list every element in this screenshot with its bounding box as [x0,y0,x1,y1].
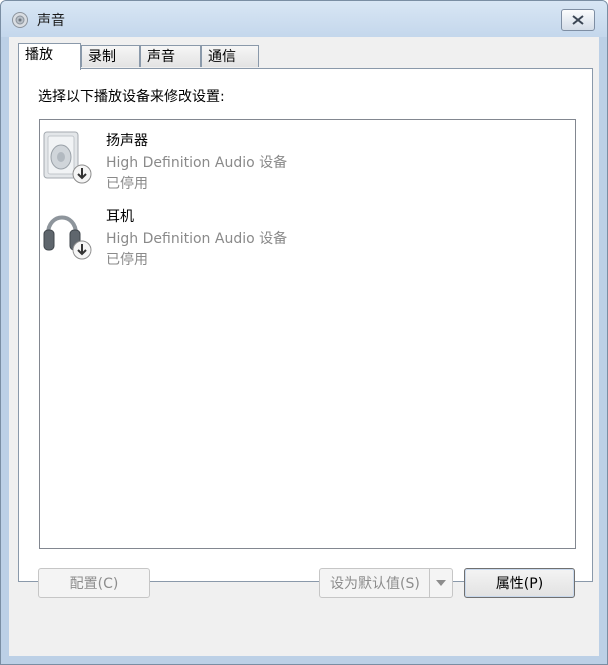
tab-recording[interactable]: 录制 [81,45,140,67]
device-status: 已停用 [106,252,148,268]
close-button[interactable] [561,9,595,31]
set-default-button[interactable]: 设为默认值(S) [319,568,453,598]
dialog-client-area: 播放 录制 声音 通信 选择以下播放设备来修改设置: 扬声器 High Defi… [9,37,599,656]
title-bar: 声音 [1,1,607,37]
configure-button[interactable]: 配置(C) [38,568,150,598]
device-item-speaker[interactable]: 扬声器 High Definition Audio 设备 已停用 [40,122,575,192]
sound-app-icon [12,12,28,28]
device-name: 扬声器 [106,133,148,149]
playback-device-list[interactable]: 扬声器 High Definition Audio 设备 已停用 耳机 High… [39,119,576,549]
panel-prompt: 选择以下播放设备来修改设置: [38,89,225,105]
chevron-down-icon [436,580,446,586]
properties-button[interactable]: 属性(P) [464,568,575,598]
set-default-dropdown[interactable] [429,569,452,597]
set-default-label: 设为默认值(S) [330,576,420,592]
tab-sounds[interactable]: 声音 [140,45,201,67]
device-description: High Definition Audio 设备 [106,231,288,247]
device-item-headphones[interactable]: 耳机 High Definition Audio 设备 已停用 [40,198,575,268]
window-title: 声音 [37,13,65,29]
playback-panel: 选择以下播放设备来修改设置: 扬声器 High Definition Audio… [18,68,593,582]
tab-communications[interactable]: 通信 [201,45,259,67]
device-description: High Definition Audio 设备 [106,155,288,171]
headphones-icon [43,215,92,260]
device-status: 已停用 [106,176,148,192]
device-name: 耳机 [106,209,134,225]
speaker-icon [43,131,92,184]
tab-playback[interactable]: 播放 [18,43,81,70]
sound-dialog: 声音 播放 录制 声音 通信 选择以下播放设备来修改设置: 扬声器 High D… [0,0,608,665]
close-icon [572,15,584,25]
